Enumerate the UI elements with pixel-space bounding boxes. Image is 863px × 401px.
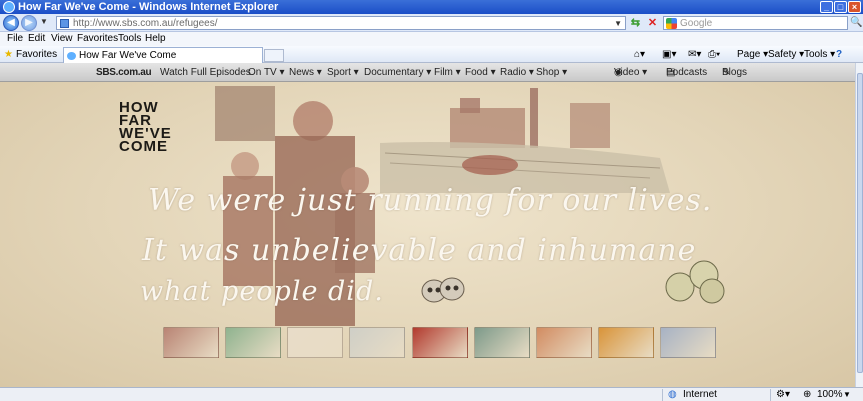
address-dropdown-icon[interactable]: ▼ <box>614 17 622 30</box>
address-field[interactable]: http://www.sbs.com.au/refugees/ ▼ <box>56 16 626 30</box>
web-page: SBS.com.au Watch Full Episodes On TV ▾ N… <box>0 63 855 387</box>
zoom-dropdown-icon[interactable]: ▼ <box>843 389 851 401</box>
stop-button[interactable]: ✕ <box>645 16 660 30</box>
nav-film[interactable]: Film ▾ <box>434 63 461 82</box>
menu-tools[interactable]: Tools <box>118 33 141 45</box>
menu-help[interactable]: Help <box>145 33 166 45</box>
status-separator <box>770 389 771 401</box>
vertical-scrollbar[interactable] <box>855 63 863 387</box>
nav-sport[interactable]: Sport ▾ <box>327 63 359 82</box>
nav-on-tv[interactable]: On TV ▾ <box>248 63 285 82</box>
nav-shop[interactable]: Shop ▾ <box>536 63 567 82</box>
protected-mode-icon[interactable]: ⚙▾ <box>776 389 790 401</box>
story-thumb-5[interactable] <box>412 327 468 358</box>
search-input[interactable]: Google <box>663 16 848 30</box>
logo-line: COME <box>119 138 168 155</box>
story-thumb-3[interactable] <box>287 327 343 358</box>
story-thumb-9[interactable] <box>660 327 716 358</box>
favorites-bar: ★ Favorites How Far We've Come ⌂▾ ▣▾ ✉▾ ⎙… <box>0 46 863 63</box>
tab-page-icon <box>67 52 76 60</box>
favorites-label: Favorites <box>15 49 58 60</box>
google-icon <box>666 18 677 29</box>
story-thumb-4[interactable] <box>349 327 405 358</box>
nav-radio[interactable]: Radio ▾ <box>500 63 534 82</box>
address-toolbar: ◀ ▶ ▼ http://www.sbs.com.au/refugees/ ▼ … <box>0 14 863 32</box>
globe-icon: ◍ <box>668 389 677 400</box>
new-tab-button[interactable] <box>264 49 284 62</box>
story-thumb-6[interactable] <box>474 327 530 358</box>
skulls-illustration <box>421 277 465 303</box>
safety-menu[interactable]: Safety ▾ <box>768 48 804 61</box>
search-placeholder: Google <box>680 18 713 29</box>
podcasts-label: Podcasts <box>666 67 708 78</box>
home-icon[interactable]: ⌂▾ <box>634 48 645 61</box>
tab-title: How Far We've Come <box>79 50 177 61</box>
refresh-button[interactable]: ⇆ <box>628 16 643 30</box>
search-button[interactable]: 🔍 <box>850 17 862 28</box>
help-menu[interactable]: ? <box>836 48 842 61</box>
scrollbar-thumb[interactable] <box>857 73 863 373</box>
status-separator <box>662 389 663 401</box>
status-bar: ◍ Internet ⚙▾ ⊕ 100% ▼ <box>0 387 863 401</box>
minimize-button[interactable]: _ <box>820 1 833 13</box>
menu-edit[interactable]: Edit <box>28 33 45 45</box>
page-menu[interactable]: Page ▾ <box>737 48 768 61</box>
close-button[interactable]: × <box>848 1 861 13</box>
history-dropdown-icon[interactable]: ▼ <box>40 17 48 26</box>
print-icon[interactable]: ⎙▾ <box>708 48 720 61</box>
security-zone[interactable]: Internet <box>683 389 717 401</box>
story-thumb-8[interactable] <box>598 327 654 358</box>
maximize-button[interactable]: □ <box>834 1 847 13</box>
menu-bar: File Edit View Favorites Tools Help <box>0 32 863 46</box>
nav-news[interactable]: News ▾ <box>289 63 322 82</box>
story-thumb-2[interactable] <box>225 327 281 358</box>
blogs-label: Blogs <box>722 67 748 78</box>
quote-line-1: We were just running for our lives. <box>148 183 713 218</box>
story-thumb-7[interactable] <box>536 327 592 358</box>
story-thumbnails <box>163 327 723 358</box>
sbs-navigation-bar: SBS.com.au Watch Full Episodes On TV ▾ N… <box>0 63 855 82</box>
menu-view[interactable]: View <box>51 33 73 45</box>
favorites-button[interactable]: ★ Favorites <box>4 48 57 61</box>
quote-line-2: It was unbelievable and inhumane <box>142 233 697 268</box>
menu-file[interactable]: File <box>7 33 23 45</box>
page-icon <box>60 19 69 28</box>
menu-favorites[interactable]: Favorites <box>77 33 118 45</box>
nav-food[interactable]: Food ▾ <box>465 63 496 82</box>
mail-icon[interactable]: ✉▾ <box>688 48 701 61</box>
tab-how-far-weve-come[interactable]: How Far We've Come <box>63 47 263 63</box>
tools-menu[interactable]: Tools ▾ <box>804 48 835 61</box>
story-thumb-1[interactable] <box>163 327 219 358</box>
video-label: Video ▾ <box>614 67 648 78</box>
sbs-logo[interactable]: SBS.com.au <box>96 63 152 82</box>
quote-line-3: what people did. <box>140 276 384 307</box>
nav-documentary[interactable]: Documentary ▾ <box>364 63 431 82</box>
zoom-icon: ⊕ <box>803 389 812 400</box>
nav-watch-full-episodes[interactable]: Watch Full Episodes <box>160 63 251 82</box>
title-bar: How Far We've Come - Windows Internet Ex… <box>0 0 863 14</box>
window-title: How Far We've Come - Windows Internet Ex… <box>18 1 279 13</box>
how-far-weve-come-logo[interactable]: HOW FAR WE'VE COME <box>119 100 172 155</box>
forward-button[interactable]: ▶ <box>21 15 37 31</box>
url-text[interactable]: http://www.sbs.com.au/refugees/ <box>73 17 218 30</box>
back-button[interactable]: ◀ <box>3 15 19 31</box>
ruins-illustration <box>380 88 670 193</box>
browser-window: How Far We've Come - Windows Internet Ex… <box>0 0 863 401</box>
feeds-icon[interactable]: ▣▾ <box>662 48 676 61</box>
ie-logo-icon <box>3 1 15 13</box>
zoom-level[interactable]: 100% <box>817 389 843 401</box>
star-icon: ★ <box>4 49 13 60</box>
